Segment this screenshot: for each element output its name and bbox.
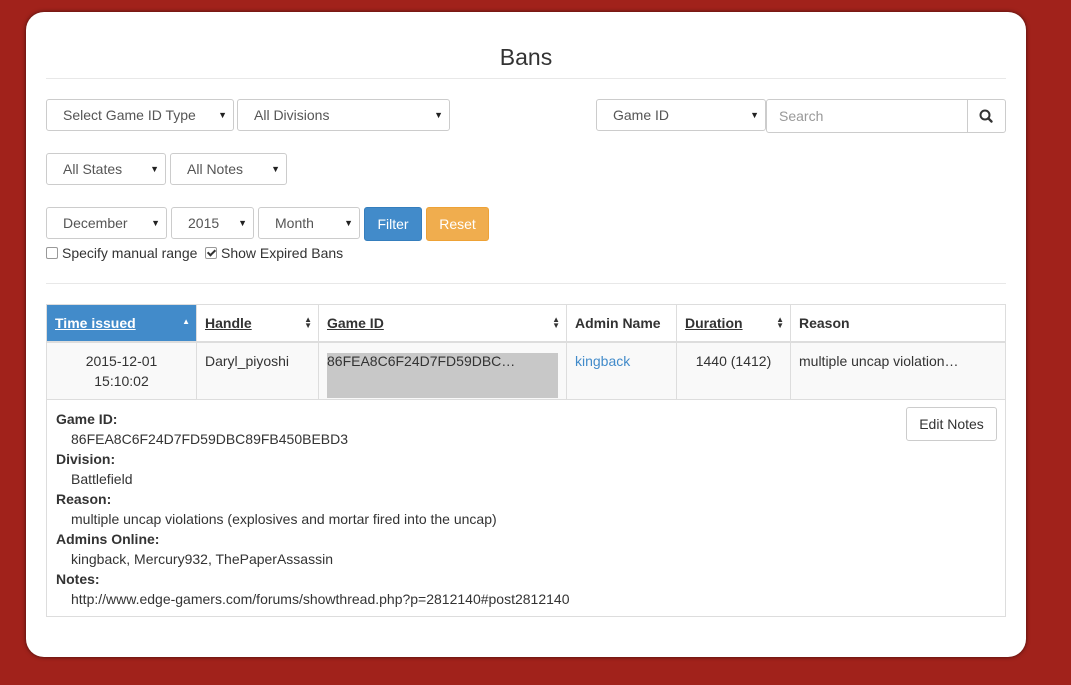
- period-select[interactable]: Month ▼: [258, 207, 360, 239]
- detail-reason: multiple uncap violations (explosives an…: [71, 511, 497, 527]
- search-icon: [979, 109, 993, 123]
- game-id-cell: 86FEA8C6F24D7FD59DBC…: [318, 341, 567, 400]
- caret-down-icon: ▼: [218, 110, 227, 120]
- bans-panel: Bans Select Game ID Type ▼ All Divisions ▼…: [26, 12, 1026, 657]
- column-admin-name: Admin Name: [566, 304, 677, 343]
- admin-link[interactable]: kingback: [575, 353, 630, 369]
- caret-down-icon: ▼: [150, 164, 159, 174]
- sort-asc-icon: ▲: [182, 317, 190, 326]
- caret-down-icon: ▼: [151, 218, 160, 228]
- column-reason: Reason: [790, 304, 1006, 343]
- edit-notes-button[interactable]: Edit Notes: [906, 407, 997, 441]
- sort-icon: ▲ ▼: [552, 315, 560, 330]
- search-field-select[interactable]: Game ID ▼: [596, 99, 766, 131]
- table-row[interactable]: 2015-12-01 15:10:02 Daryl_piyoshi 86FEA8…: [46, 341, 1006, 400]
- caret-down-icon: ▼: [750, 110, 759, 120]
- divider: [46, 78, 1006, 79]
- caret-down-icon: ▼: [344, 218, 353, 228]
- detail-label: Game ID:: [56, 411, 118, 427]
- duration-cell: 1440 (1412): [676, 341, 791, 400]
- manual-range-option[interactable]: Specify manual range: [46, 245, 197, 261]
- detail-division: Battlefield: [71, 471, 133, 487]
- detail-label: Admins Online:: [56, 531, 160, 547]
- search-input[interactable]: Search: [766, 99, 968, 133]
- detail-label: Division:: [56, 451, 116, 467]
- time-issued-cell: 2015-12-01 15:10:02: [46, 341, 197, 400]
- detail-label: Notes:: [56, 571, 100, 587]
- divider: [46, 283, 1006, 284]
- month-select[interactable]: December ▼: [46, 207, 167, 239]
- page-title: Bans: [499, 44, 553, 70]
- caret-down-icon: ▼: [238, 218, 247, 228]
- caret-down-icon: ▼: [271, 164, 280, 174]
- sort-icon: ▲ ▼: [304, 315, 312, 330]
- search-button[interactable]: [967, 99, 1006, 133]
- ban-details: Game ID: 86FEA8C6F24D7FD59DBC89FB450BEBD…: [46, 399, 1006, 617]
- caret-down-icon: ▼: [434, 110, 443, 120]
- details-list: Game ID: 86FEA8C6F24D7FD59DBC89FB450BEBD…: [56, 409, 570, 609]
- detail-admins: kingback, Mercury932, ThePaperAssassin: [71, 551, 333, 567]
- column-handle[interactable]: Handle ▲ ▼: [196, 304, 319, 343]
- notes-select[interactable]: All Notes ▼: [170, 153, 287, 185]
- admin-name-cell: kingback: [566, 341, 677, 400]
- column-duration[interactable]: Duration ▲ ▼: [676, 304, 791, 343]
- filter-button[interactable]: Filter: [364, 207, 422, 241]
- reset-button[interactable]: Reset: [426, 207, 489, 241]
- manual-range-checkbox[interactable]: [46, 247, 58, 259]
- states-select[interactable]: All States ▼: [46, 153, 166, 185]
- show-expired-option[interactable]: Show Expired Bans: [205, 245, 343, 261]
- bans-table: Time issued ▲ Handle ▲ ▼ Game ID ▲ ▼ Admin…: [46, 304, 1006, 400]
- column-time-issued[interactable]: Time issued ▲: [46, 304, 197, 343]
- detail-label: Reason:: [56, 491, 112, 507]
- column-game-id[interactable]: Game ID ▲ ▼: [318, 304, 567, 343]
- detail-notes: http://www.edge-gamers.com/forums/showth…: [71, 591, 570, 607]
- sort-icon: ▲ ▼: [776, 315, 784, 330]
- show-expired-checkbox[interactable]: [205, 247, 217, 259]
- reason-cell: multiple uncap violation…: [790, 341, 1006, 400]
- divisions-select[interactable]: All Divisions ▼: [237, 99, 450, 131]
- year-select[interactable]: 2015 ▼: [171, 207, 254, 239]
- game-id-type-select[interactable]: Select Game ID Type ▼: [46, 99, 234, 131]
- detail-game-id: 86FEA8C6F24D7FD59DBC89FB450BEBD3: [71, 431, 349, 447]
- handle-cell: Daryl_piyoshi: [196, 341, 319, 400]
